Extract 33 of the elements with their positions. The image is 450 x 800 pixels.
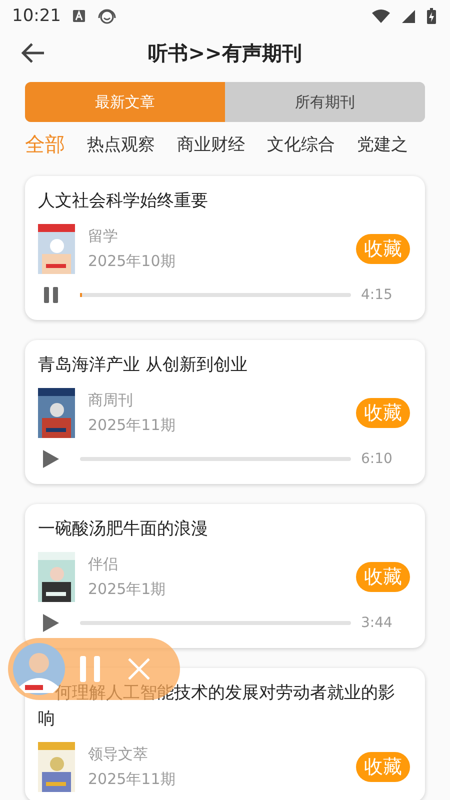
- signal-icon: [402, 10, 415, 22]
- article-card[interactable]: 一碗酸汤肥牛面的浪漫 伴侣 2025年1期 收藏 3:44: [25, 504, 425, 648]
- battery-icon: [427, 8, 436, 24]
- article-title: 人文社会科学始终重要: [38, 190, 209, 213]
- duration-label: 6:10: [361, 451, 392, 467]
- duration-label: 4:15: [361, 287, 392, 303]
- pause-icon[interactable]: [42, 286, 60, 304]
- close-icon[interactable]: [127, 657, 151, 681]
- article-title: 一碗酸汤肥牛面的浪漫: [38, 518, 209, 541]
- article-card[interactable]: 人文社会科学始终重要 留学 2025年10期 收藏 4:15: [25, 176, 425, 320]
- category-tab[interactable]: 文化综合: [267, 132, 335, 156]
- category-tab[interactable]: 党建之: [357, 132, 408, 156]
- article-title: 青岛海洋产业 从创新到创业: [38, 354, 248, 377]
- issue-label: 2025年11期: [88, 770, 176, 789]
- play-icon[interactable]: [42, 449, 60, 469]
- status-time: 10:21: [12, 6, 61, 26]
- issue-label: 2025年10期: [88, 252, 176, 271]
- headset-icon: [97, 8, 117, 24]
- category-tab[interactable]: 热点观察: [87, 132, 155, 156]
- magazine-name: 伴侣: [88, 555, 119, 574]
- page-title: 听书>>有声期刊: [148, 40, 302, 66]
- issue-label: 2025年11期: [88, 416, 176, 435]
- article-card[interactable]: 青岛海洋产业 从创新到创业 商周刊 2025年11期 收藏 6:10: [25, 340, 425, 484]
- play-icon[interactable]: [42, 613, 60, 633]
- duration-label: 3:44: [361, 615, 392, 631]
- issue-label: 2025年1期: [88, 580, 167, 599]
- magazine-name: 留学: [88, 227, 119, 246]
- magazine-name: 领导文萃: [88, 745, 149, 764]
- wifi-icon: [372, 9, 390, 23]
- back-arrow-icon[interactable]: [20, 41, 46, 65]
- category-tab[interactable]: 商业财经: [177, 132, 245, 156]
- keyboard-a-icon: [73, 10, 85, 22]
- magazine-name: 商周刊: [88, 391, 134, 410]
